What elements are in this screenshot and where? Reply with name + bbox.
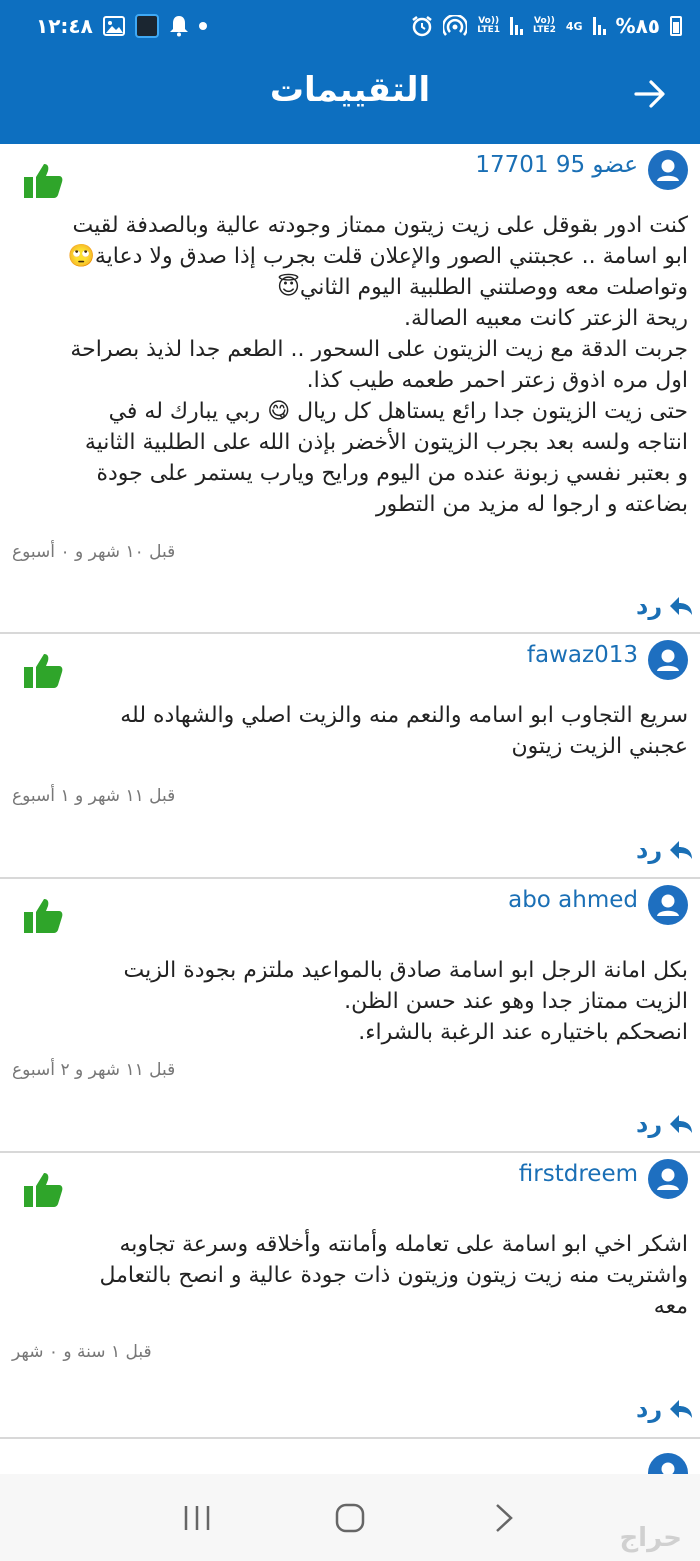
avatar[interactable] [648, 1453, 688, 1474]
review-user-name[interactable]: firstdreem [519, 1161, 638, 1187]
review-card: abo ahmed بكل امانة الرجل ابو اسامة صادق… [0, 879, 700, 1153]
user-icon [657, 894, 679, 916]
user-icon [657, 1168, 679, 1190]
reply-button[interactable]: رد [636, 836, 694, 864]
review-line: ابو اسامة .. عجبتني الصور والإعلان قلت ب… [67, 244, 688, 269]
review-user-name[interactable]: عضو 95 17701 [475, 152, 638, 178]
battery-percent: %٨٥ [615, 14, 660, 38]
review-card: firstdreem اشكر اخي ابو اسامة على تعامله… [0, 1153, 700, 1439]
review-card-partial [0, 1439, 700, 1474]
review-line: واشتريت منه زيت زيتون وزيتون ذات جودة عا… [99, 1263, 688, 1288]
network-lte2: Vo)) LTE2 [533, 17, 556, 35]
recent-apps-icon[interactable] [177, 1498, 217, 1538]
review-line: عجبني الزيت زيتون [511, 734, 688, 759]
review-line: معه [653, 1294, 688, 1319]
reply-label: رد [636, 592, 663, 620]
review-line: ريحة الزعتر كانت معبيه الصالة. [403, 306, 688, 331]
review-line: اول مره اذوق زعتر احمر طعمه طيب كذا. [306, 368, 688, 393]
user-icon [657, 159, 679, 181]
reply-icon [670, 597, 693, 615]
user-icon [657, 649, 679, 671]
status-left: ١٢:٤٨ [36, 14, 207, 38]
review-line: و بعتبر نفسي زبونة عنده من اليوم ورايح و… [96, 461, 688, 486]
review-line: انتاجه ولسه بعد بجرب الزيتون الأخضر بإذن… [84, 430, 688, 455]
hotspot-icon [443, 15, 468, 36]
review-user-name[interactable]: abo ahmed [508, 887, 638, 913]
reply-label: رد [636, 1395, 663, 1423]
review-line: وتواصلت معه ووصلتني الطلبية اليوم الثاني… [277, 275, 688, 300]
review-user-name[interactable]: fawaz013 [527, 642, 638, 668]
review-text: سريع التجاوب ابو اسامه والنعم منه والزيت… [0, 700, 700, 762]
bell-icon [169, 16, 188, 37]
review-line: انصحكم باختياره عند الرغبة بالشراء. [358, 1020, 688, 1045]
gallery-icon [102, 16, 125, 36]
review-text: اشكر اخي ابو اسامة على تعامله وأمانته وأ… [0, 1229, 700, 1322]
review-line: بكل امانة الرجل ابو اسامة صادق بالمواعيد… [123, 958, 688, 983]
review-time: قبل ١١ شهر و ١ أسبوع [12, 786, 176, 806]
thumbs-up-icon [24, 899, 63, 933]
review-line: كنت ادور بقوقل على زيت زيتون ممتاز وجودت… [72, 213, 688, 238]
app-bar: التقييمات [0, 52, 700, 144]
thumbs-up-icon [24, 1173, 63, 1207]
review-card: fawaz013 سريع التجاوب ابو اسامه والنعم م… [0, 634, 700, 879]
arrow-right-icon[interactable] [632, 76, 668, 112]
network-lte1: Vo)) LTE1 [477, 17, 500, 35]
review-text: كنت ادور بقوقل على زيت زيتون ممتاز وجودت… [0, 210, 700, 520]
review-line: الزيت ممتاز جدا وهو عند حسن الظن. [344, 989, 688, 1014]
notification-dot-icon [198, 22, 207, 30]
signal-bars-2-icon [510, 17, 524, 35]
lte-label-2: LTE1 [477, 25, 501, 35]
page-title: التقييمات [269, 70, 431, 110]
review-card: عضو 95 17701 كنت ادور بقوقل على زيت زيتو… [0, 144, 700, 634]
watermark-logo: حراج [619, 1523, 682, 1553]
lte-label-1: LTE2 [533, 25, 556, 35]
reply-label: رد [636, 836, 663, 864]
avatar[interactable] [648, 640, 688, 680]
review-line: اشكر اخي ابو اسامة على تعامله وأمانته وأ… [119, 1232, 688, 1257]
reply-label: رد [636, 1110, 663, 1138]
network-type: 4G [565, 19, 583, 33]
status-bar: ١٢:٤٨ Vo)) LTE1 Vo)) LTE2 4G %٨٥ [0, 0, 700, 52]
review-line: جربت الدقة مع زيت الزيتون على السحور .. … [70, 337, 688, 362]
reply-icon [670, 1400, 693, 1418]
app-notification-icon [134, 14, 159, 38]
back-chevron-icon[interactable] [483, 1498, 523, 1538]
review-line: سريع التجاوب ابو اسامه والنعم منه والزيت… [120, 703, 688, 728]
thumbs-up-icon [24, 164, 63, 198]
signal-bars-1-icon [592, 17, 606, 35]
user-icon [661, 1462, 675, 1474]
review-time: قبل ١ سنة و ٠ شهر [12, 1342, 152, 1362]
reply-icon [670, 1115, 693, 1133]
status-right: Vo)) LTE1 Vo)) LTE2 4G %٨٥ [411, 14, 682, 38]
review-line: بضاعته و ارجوا له مزيد من التطور [376, 492, 688, 517]
review-line: حتى زيت الزيتون جدا رائع يستاهل كل ريال … [108, 399, 688, 424]
avatar[interactable] [648, 150, 688, 190]
avatar[interactable] [648, 885, 688, 925]
battery-icon [670, 16, 682, 36]
alarm-icon [412, 16, 432, 37]
review-time: قبل ١٠ شهر و ٠ أسبوع [12, 542, 176, 562]
system-nav-bar: حراج [0, 1474, 700, 1561]
thumbs-up-icon [24, 654, 63, 688]
reply-button[interactable]: رد [636, 1395, 694, 1423]
avatar[interactable] [648, 1159, 688, 1199]
review-text: بكل امانة الرجل ابو اسامة صادق بالمواعيد… [0, 955, 700, 1048]
home-icon[interactable] [330, 1498, 370, 1538]
status-time: ١٢:٤٨ [36, 14, 93, 38]
reply-button[interactable]: رد [636, 1110, 694, 1138]
reply-button[interactable]: رد [636, 592, 694, 620]
reviews-list[interactable]: عضو 95 17701 كنت ادور بقوقل على زيت زيتو… [0, 144, 700, 1474]
review-time: قبل ١١ شهر و ٢ أسبوع [12, 1060, 176, 1080]
reply-icon [670, 841, 693, 859]
